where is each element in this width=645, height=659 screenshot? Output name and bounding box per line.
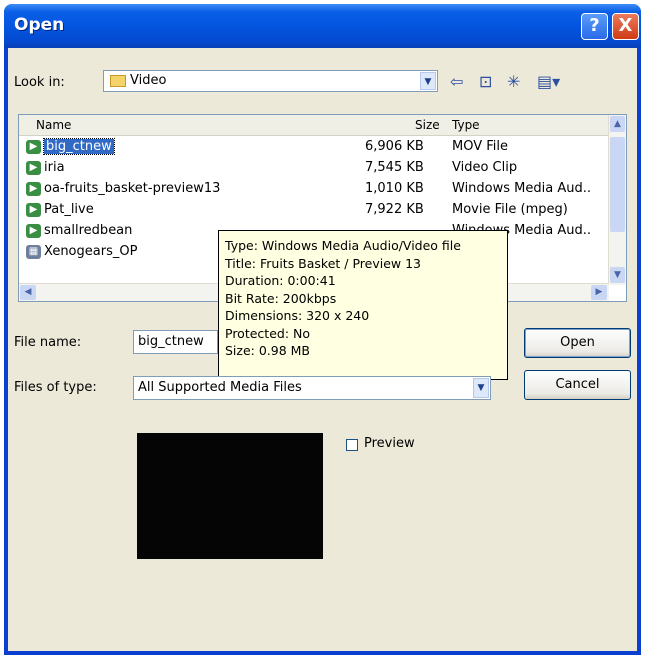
new-folder-icon[interactable]: ✳ (507, 72, 520, 91)
list-item[interactable]: ▶ big_ctnew 6,906 KB MOV File (19, 137, 609, 158)
title-bar[interactable]: Open ? X (4, 4, 641, 48)
column-header-size[interactable]: Size (415, 118, 440, 132)
dialog-title: Open (14, 15, 65, 35)
video-clip-icon: ▶ (26, 161, 41, 175)
vertical-scrollbar[interactable]: ▲ ▼ (608, 115, 626, 285)
file-name: iria (44, 160, 65, 175)
open-button[interactable]: Open (524, 328, 631, 358)
tooltip-line: Size: 0.98 MB (225, 343, 311, 358)
up-folder-icon[interactable]: ⊡ (479, 72, 492, 91)
file-name: big_ctnew (43, 138, 115, 155)
media-file-icon: ▶ (26, 182, 41, 196)
cancel-button[interactable]: Cancel (524, 370, 631, 400)
file-size: 7,545 KB (365, 160, 424, 175)
file-size: 6,906 KB (365, 139, 424, 154)
file-name: Xenogears_OP (44, 244, 138, 259)
file-size: 1,010 KB (365, 181, 424, 196)
file-type: Movie File (mpeg) (452, 202, 568, 217)
folder-icon (110, 75, 126, 87)
file-name-input[interactable]: big_ctnew (133, 330, 218, 354)
back-arrow-icon[interactable]: ⇦ (450, 72, 463, 91)
list-item[interactable]: ▶ Pat_live 7,922 KB Movie File (mpeg) (19, 200, 609, 221)
list-item[interactable]: ▶ iria 7,545 KB Video Clip (19, 158, 609, 179)
list-item[interactable]: ▶ oa-fruits_basket-preview13 1,010 KB Wi… (19, 179, 609, 200)
chevron-down-icon[interactable]: ▼ (420, 72, 436, 90)
scroll-right-icon[interactable]: ▶ (591, 285, 607, 300)
scroll-left-icon[interactable]: ◀ (20, 285, 36, 300)
tooltip-line: Dimensions: 320 x 240 (225, 308, 370, 323)
tooltip-line: Duration: 0:00:41 (225, 273, 336, 288)
view-menu-icon[interactable]: ▤▾ (537, 72, 560, 91)
look-in-value: Video (130, 73, 167, 88)
file-type: MOV File (452, 139, 508, 154)
close-button[interactable]: X (612, 13, 639, 40)
look-in-combo[interactable]: Video ▼ (103, 70, 438, 92)
files-of-type-select[interactable]: All Supported Media Files ▼ (133, 376, 491, 400)
scroll-down-icon[interactable]: ▼ (610, 267, 625, 283)
dialog-body: Look in: Video ▼ ⇦ ⊡ ✳ ▤▾ Name Size Type… (8, 48, 637, 651)
tooltip-line: Title: Fruits Basket / Preview 13 (225, 255, 422, 271)
tooltip-line: Bit Rate: 200kbps (225, 290, 337, 306)
file-size: 7,922 KB (365, 202, 424, 217)
file-name: Pat_live (44, 202, 94, 217)
file-name: smallredbean (44, 223, 133, 238)
film-file-icon: ▦ (26, 245, 41, 259)
file-type: Windows Media Aud.. (452, 181, 591, 196)
tooltip-line: Protected: No (225, 325, 311, 341)
open-dialog: Open ? X Look in: Video ▼ ⇦ ⊡ ✳ ▤▾ Name … (4, 4, 641, 655)
preview-label[interactable]: Preview (364, 436, 415, 451)
scroll-up-icon[interactable]: ▲ (610, 116, 625, 132)
files-of-type-label: Files of type: (14, 380, 97, 395)
column-header-name[interactable]: Name (36, 118, 71, 132)
media-file-icon: ▶ (26, 203, 41, 217)
preview-checkbox[interactable] (346, 439, 358, 451)
help-button[interactable]: ? (581, 13, 608, 40)
files-of-type-value: All Supported Media Files (138, 380, 302, 395)
tooltip-line: Type: Windows Media Audio/Video file (225, 238, 461, 253)
list-header: Name Size Type (19, 115, 609, 136)
file-name: oa-fruits_basket-preview13 (44, 181, 221, 196)
movie-file-icon: ▶ (26, 140, 41, 154)
file-type: Video Clip (452, 160, 518, 175)
file-name-label: File name: (14, 335, 82, 350)
column-header-type[interactable]: Type (452, 118, 480, 132)
preview-pane (137, 433, 323, 559)
media-file-icon: ▶ (26, 224, 41, 238)
look-in-label: Look in: (14, 75, 65, 90)
file-info-tooltip: Type: Windows Media Audio/Video file Tit… (218, 230, 508, 380)
scroll-thumb[interactable] (610, 137, 625, 232)
chevron-down-icon[interactable]: ▼ (473, 378, 489, 398)
